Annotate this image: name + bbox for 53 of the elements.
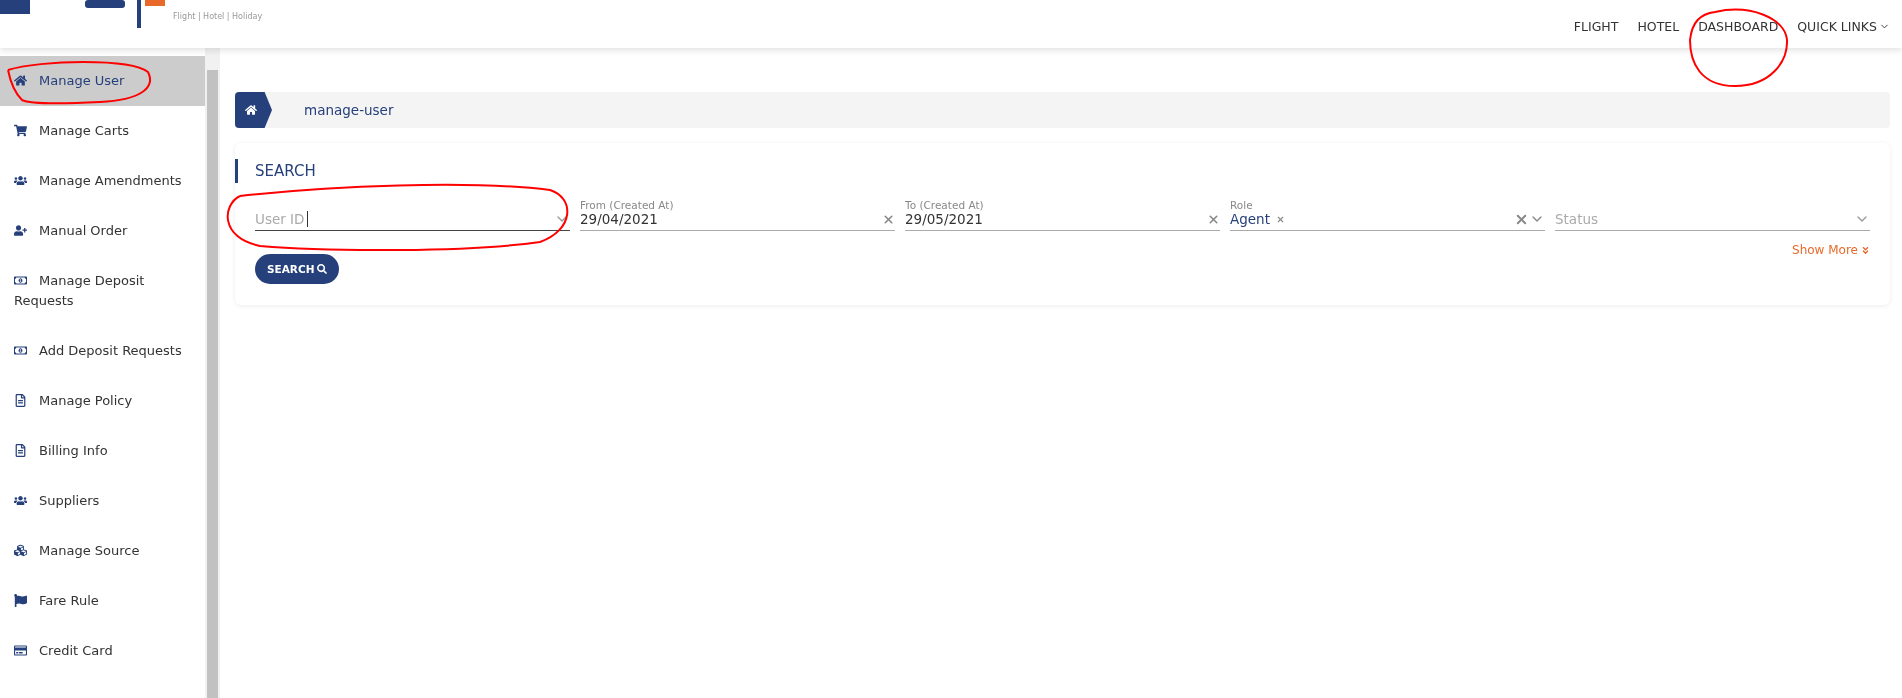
sidebar-item[interactable]: Manage Source — [0, 526, 205, 576]
placeholder-text: User ID — [255, 211, 305, 227]
field-value: 29/04/2021 — [580, 211, 658, 227]
field-label: Role — [1230, 199, 1254, 211]
sidebar-item[interactable]: Manage Amendments — [0, 156, 205, 206]
home-icon — [245, 104, 257, 116]
clear-icon[interactable] — [882, 212, 895, 226]
sidebar-item[interactable]: Add Deposit Requests — [0, 326, 205, 376]
nav-link[interactable]: FLIGHT — [1573, 19, 1619, 34]
flag-icon — [14, 594, 27, 607]
money-icon — [14, 344, 27, 357]
double-chevron-icon — [1861, 245, 1870, 255]
cubes-icon — [14, 544, 27, 557]
cart-icon — [14, 124, 27, 137]
date-field[interactable]: From (Created At) 29/04/2021 — [580, 187, 895, 231]
users-icon — [14, 174, 27, 187]
sidebar-item[interactable]: Manage Deposit Requests — [0, 256, 205, 326]
logo-tagline: Flight | Hotel | Holiday — [173, 12, 263, 21]
sidebar-toggle-button[interactable] — [0, 0, 30, 14]
breadcrumb-home-button[interactable] — [235, 92, 272, 128]
nav-link[interactable]: HOTEL — [1637, 19, 1680, 34]
clear-icon[interactable] — [1207, 212, 1220, 226]
search-icon — [317, 264, 328, 274]
placeholder-text: Status — [1555, 211, 1599, 227]
field-label: From (Created At) — [580, 199, 675, 211]
sidebar-item[interactable]: Fare Rule — [0, 576, 205, 626]
remove-tag-icon[interactable] — [1275, 214, 1285, 224]
user-plus-icon — [14, 224, 27, 237]
search-button[interactable]: SEARCH — [255, 254, 340, 284]
selected-tag: Agent — [1230, 211, 1270, 227]
sidebar-item[interactable]: Manage Policy — [0, 376, 205, 426]
sidebar-item[interactable]: Credit Card — [0, 626, 205, 676]
home-icon — [14, 74, 27, 87]
date-field[interactable]: To (Created At) 29/05/2021 — [905, 187, 1220, 231]
text-cursor — [307, 211, 309, 227]
document-icon — [14, 444, 27, 457]
field-label: To (Created At) — [905, 199, 985, 211]
field-value: 29/05/2021 — [905, 211, 983, 227]
nav-link[interactable]: DASHBOARD — [1698, 19, 1779, 34]
money-icon — [14, 274, 27, 287]
section-title: SEARCH — [235, 159, 1870, 183]
breadcrumb-current: manage-user — [304, 102, 394, 118]
role-select-field[interactable]: Role Agent — [1230, 187, 1545, 231]
users-icon — [14, 494, 27, 507]
sidebar-item[interactable]: Billing Info — [0, 426, 205, 476]
document-icon — [14, 394, 27, 407]
nav-link[interactable]: QUICK LINKS — [1797, 19, 1890, 34]
scrollbar[interactable] — [205, 48, 220, 698]
credit-card-icon — [14, 644, 27, 657]
sidebar-item[interactable]: Manage Carts — [0, 106, 205, 156]
sidebar-item[interactable]: Suppliers — [0, 476, 205, 526]
sidebar-item[interactable]: Manage User — [0, 56, 205, 106]
sidebar-item[interactable]: Manual Order — [0, 206, 205, 256]
